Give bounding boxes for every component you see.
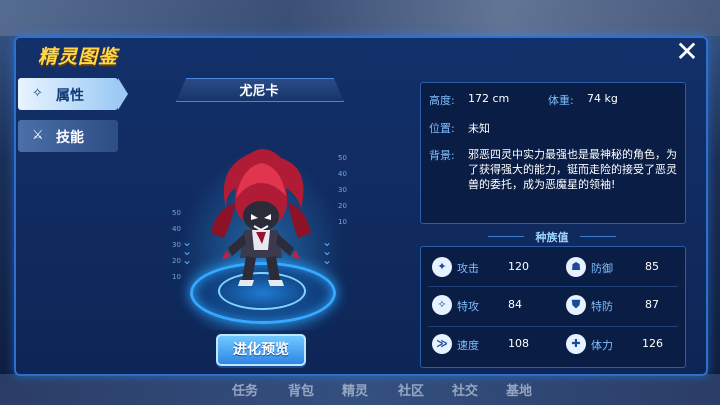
sparkle-icon: ✧: [32, 86, 43, 101]
stat-defense-value: 85: [645, 260, 659, 273]
scale-tick: 20: [338, 202, 347, 210]
scale-tick: 50: [338, 154, 347, 162]
tab-skills[interactable]: ⚔ 技能: [18, 120, 118, 152]
tab-attributes[interactable]: ✧ 属性: [18, 78, 118, 110]
background-label: 背景:: [429, 149, 455, 162]
wand-icon: ⚔: [32, 128, 44, 143]
stat-defense-label: 防御: [591, 262, 613, 275]
chevron-left-icon: ⌄ ⌄ ⌄: [182, 235, 193, 267]
stamina-icon: ✚: [566, 334, 586, 354]
bottom-tab-bag: 背包: [288, 384, 315, 399]
creature-name: 尤尼卡: [239, 84, 279, 99]
location-value: 未知: [468, 122, 490, 135]
bottom-tab-community: 社区: [398, 384, 425, 399]
defense-icon: ☗: [566, 257, 586, 277]
scale-tick: 40: [172, 225, 181, 233]
bottom-tab-social: 社交: [452, 384, 479, 399]
height-value: 172 cm: [468, 92, 510, 105]
background-top-bar: [0, 0, 720, 36]
stat-stamina-value: 126: [642, 337, 663, 350]
stat-speed-value: 108: [508, 337, 529, 350]
stat-attack-value: 120: [508, 260, 529, 273]
stat-special-defense-value: 87: [645, 298, 659, 311]
stat-attack-label: 攻击: [457, 262, 479, 275]
stat-special-defense-label: 特防: [591, 300, 613, 313]
scale-tick: 10: [172, 273, 181, 281]
stat-special-attack-value: 84: [508, 298, 522, 311]
weight-value: 74 kg: [587, 92, 618, 105]
close-icon[interactable]: ✕: [672, 38, 702, 66]
evolve-preview-label: 进化预览: [233, 342, 289, 358]
weight-label: 体重:: [548, 94, 574, 107]
stats-divider: [428, 326, 678, 327]
tab-skills-label: 技能: [56, 130, 84, 146]
bottom-tab-spirit: 精灵: [342, 384, 369, 399]
bottom-tab-base: 基地: [506, 384, 533, 399]
scale-tick: 30: [338, 186, 347, 194]
background-description: 邪恶四灵中实力最强也是最神秘的角色，为了获得强大的能力，铤而走险的接受了恶灵兽的…: [468, 148, 677, 191]
active-tab-arrow: [118, 78, 128, 110]
stat-stamina-label: 体力: [591, 339, 613, 352]
tab-attributes-label: 属性: [56, 88, 84, 104]
scale-right: 50 40 30 20 10: [338, 150, 347, 230]
attack-icon: ✦: [432, 257, 452, 277]
scale-left: 50 40 30 20 10: [172, 205, 181, 285]
scale-tick: 10: [338, 218, 347, 226]
scale-tick: 20: [172, 257, 181, 265]
stat-special-attack-label: 特攻: [457, 300, 479, 313]
special-attack-icon: ✧: [432, 295, 452, 315]
panel-title: 精灵图鉴: [38, 46, 119, 68]
bottom-tab-task: 任务: [232, 384, 259, 399]
creature-sprite: [211, 149, 311, 286]
height-label: 高度:: [429, 94, 455, 107]
special-defense-icon: ⛊: [566, 295, 586, 315]
stat-speed-label: 速度: [457, 339, 479, 352]
location-label: 位置:: [429, 122, 455, 135]
scale-tick: 50: [172, 209, 181, 217]
scale-tick: 40: [338, 170, 347, 178]
scale-tick: 30: [172, 241, 181, 249]
stats-divider: [428, 286, 678, 287]
race-stats-title: 种族值: [535, 231, 569, 244]
speed-icon: ≫: [432, 334, 452, 354]
